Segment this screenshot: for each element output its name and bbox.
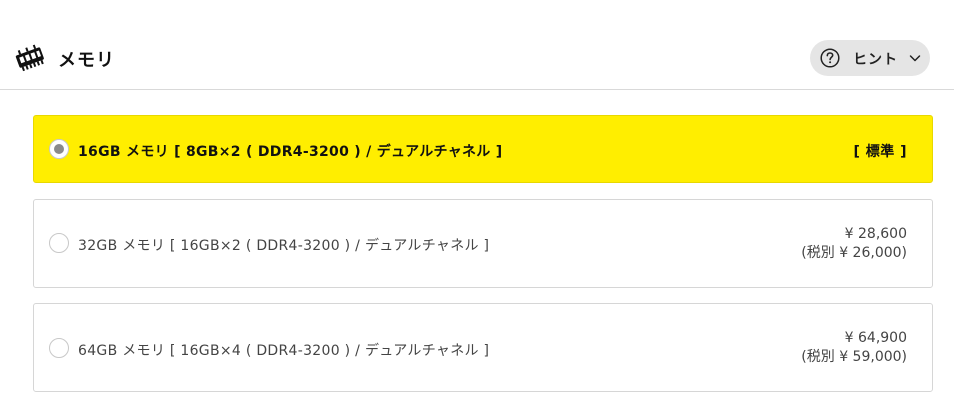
price-incl-tax: ¥ 64,900 <box>844 330 907 346</box>
option-price: ¥ 28,600 (税別 ¥ 26,000) <box>801 225 907 263</box>
hint-label: ヒント <box>853 52 898 68</box>
section-header: メモリ ヒント <box>0 0 954 90</box>
option-label: 64GB メモリ [ 16GB×4 ( DDR4-3200 ) / デュアルチャ… <box>78 343 490 359</box>
memory-option-16gb[interactable]: 16GB メモリ [ 8GB×2 ( DDR4-3200 ) / デュアルチャネ… <box>33 115 933 183</box>
standard-badge: [ 標準 ] <box>853 144 907 160</box>
chevron-down-icon <box>909 55 921 62</box>
hint-button[interactable]: ヒント <box>810 40 930 76</box>
question-circle-icon <box>820 48 840 68</box>
memory-module-icon <box>15 44 44 72</box>
radio-selected-dot <box>54 144 64 154</box>
radio-button[interactable] <box>49 139 69 159</box>
page-title: メモリ <box>58 50 115 71</box>
option-price: ¥ 64,900 (税別 ¥ 59,000) <box>801 329 907 367</box>
memory-option-32gb[interactable]: 32GB メモリ [ 16GB×2 ( DDR4-3200 ) / デュアルチャ… <box>33 199 933 288</box>
price-excl-tax: (税別 ¥ 26,000) <box>801 245 907 261</box>
radio-button[interactable] <box>49 233 69 253</box>
price-excl-tax: (税別 ¥ 59,000) <box>801 349 907 365</box>
option-label: 16GB メモリ [ 8GB×2 ( DDR4-3200 ) / デュアルチャネ… <box>78 144 503 160</box>
radio-button[interactable] <box>49 338 69 358</box>
memory-option-64gb[interactable]: 64GB メモリ [ 16GB×4 ( DDR4-3200 ) / デュアルチャ… <box>33 303 933 392</box>
option-label: 32GB メモリ [ 16GB×2 ( DDR4-3200 ) / デュアルチャ… <box>78 238 490 254</box>
price-incl-tax: ¥ 28,600 <box>844 226 907 242</box>
